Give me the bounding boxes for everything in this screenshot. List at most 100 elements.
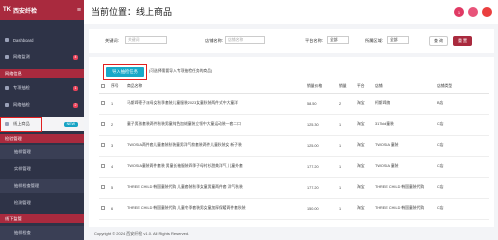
table-cell: 4	[109, 156, 125, 178]
sidebar-item-label: 网络抽检	[13, 102, 30, 107]
column-header: 序号	[109, 81, 125, 94]
region-label: 所属区域:	[365, 38, 383, 43]
table-cell: THREE CHILD 韩国童装代购	[373, 177, 435, 199]
sidebar: TK 西安纤检 ≡ Dashboard 网络监测 4 网络信息 专项抽检 1 网…	[0, 0, 84, 240]
main-area: 当前位置：线上商品 1 关键词: 关键词 店铺名称: 店铺名称 平台名称: 全部…	[84, 0, 498, 240]
count-badge: 2	[73, 102, 78, 108]
column-header: 销量	[337, 81, 355, 94]
column-header: 销量价格	[305, 81, 337, 94]
table-cell: C店	[435, 114, 489, 136]
table-cell: 1	[337, 156, 355, 178]
table-cell: TWOSIA 童装	[373, 135, 435, 157]
sidebar-item-network-monitor[interactable]: 网络监测 4	[0, 50, 84, 64]
header: 当前位置：线上商品 1	[84, 0, 498, 24]
filter-bar: 关键词: 关键词 店铺名称: 店铺名称 平台名称: 全部 所属区域: 全部 查 …	[89, 29, 494, 53]
section-header: 线下监管	[0, 214, 84, 223]
table-cell: 5	[109, 177, 125, 199]
sidebar-item-label: Dashboard	[13, 37, 34, 43]
table-cell: 淘宝	[355, 93, 373, 115]
table-cell: 淘宝	[355, 156, 373, 178]
sidebar-item-special-check[interactable]: 专项抽检 1	[0, 81, 84, 95]
table-header-row: 序号 商品名称 销量价格 销量 平台 店铺 店铺类型	[99, 81, 489, 94]
table-cell[interactable]: 童子男孩套装两件秋装男童纯色加绒童装立领中大童运动装一套二口	[125, 114, 305, 136]
column-header: 平台	[355, 81, 373, 94]
sidebar-item-label: 网络监测	[13, 54, 30, 59]
table-row[interactable]: 5 THREE CHILD 韩国童装代购 儿童套装秋季女童男童两件套 洋气秋装 17…	[99, 177, 489, 199]
monitor-icon	[5, 55, 9, 59]
table-cell: 1	[337, 114, 355, 136]
sidebar-subitem[interactable]: 抽样管理	[0, 145, 84, 159]
region-select[interactable]: 全部	[387, 36, 409, 44]
table-cell: 125.30	[305, 114, 337, 136]
row-checkbox[interactable]	[99, 114, 109, 136]
table-cell: 淘宝	[355, 198, 373, 220]
table-row[interactable]: 1 马斯缔枣子派母女秋季套装儿童服装2023女童秋装两件式中大童洋 58.50 2 淘宝…	[99, 93, 489, 115]
table-cell: B店	[435, 93, 489, 115]
brand-name: 西安纤检	[13, 8, 38, 15]
table-cell[interactable]: THREE CHILD 韩国童装代购 儿童套装秋季女童男童两件套 洋气秋装	[125, 177, 305, 199]
select-all-checkbox[interactable]	[99, 81, 109, 94]
table-cell: C店	[435, 135, 489, 157]
table-cell: C店	[435, 198, 489, 220]
column-header: 店铺类型	[435, 81, 489, 94]
product-table: 序号 商品名称 销量价格 销量 平台 店铺 店铺类型 1 马斯缔枣子派母女秋季套装…	[99, 81, 489, 220]
table-cell: 2	[337, 93, 355, 115]
table-cell[interactable]: THREE CHILD 韩国童装代购 儿童冬季套装男女童加厚保暖两件套秋装	[125, 198, 305, 220]
avatar[interactable]: 1	[454, 7, 464, 17]
row-checkbox[interactable]	[99, 177, 109, 199]
table-cell[interactable]: TWOSIA童装两件套装 男童长袖服装四季子母衬衫甜美洋气 儿童外套	[125, 156, 305, 178]
table-row[interactable]: 3 TWOSIA两件套儿童套装秋装童男洋气款套装两件儿童秋装女 新子装 125.00…	[99, 135, 489, 157]
table-cell[interactable]: 马斯缔枣子派母女秋季套装儿童服装2023女童秋装两件式中大童洋	[125, 93, 305, 115]
sidebar-subitem[interactable]: 抽样检查管理	[0, 179, 84, 193]
sidebar-subitem[interactable]: 检测管理	[0, 196, 84, 210]
section-header: 网络信息	[0, 69, 84, 78]
count-badge: 1	[73, 85, 78, 91]
row-checkbox[interactable]	[99, 156, 109, 178]
page-title: 当前位置：线上商品	[91, 7, 173, 17]
table-cell: 淘宝	[355, 114, 373, 136]
hamburger-icon[interactable]: ≡	[77, 7, 81, 14]
section-header: 检验管理	[0, 134, 84, 143]
row-checkbox[interactable]	[99, 198, 109, 220]
avatar[interactable]	[468, 7, 478, 17]
keyword-input[interactable]: 关键词	[125, 36, 167, 44]
highlight-frame	[103, 64, 147, 80]
sidebar-subitem[interactable]: 抽样检查	[0, 226, 84, 240]
platform-label: 平台名称:	[305, 38, 323, 43]
table-cell: 177.20	[305, 156, 337, 178]
sidebar-subitem[interactable]: 实样管理	[0, 162, 84, 176]
avatar[interactable]	[482, 7, 492, 17]
table-cell: 1	[337, 198, 355, 220]
table-cell: 125.00	[305, 135, 337, 157]
table-cell: 淘宝	[355, 135, 373, 157]
platform-select[interactable]: 全部	[327, 36, 349, 44]
table-cell: 58.50	[305, 93, 337, 115]
shop-input[interactable]: 店铺名称	[225, 36, 265, 44]
table-row[interactable]: 6 THREE CHILD 韩国童装代购 儿童冬季套装男女童加厚保暖两件套秋装 15…	[99, 198, 489, 220]
table-cell: 淘宝	[355, 177, 373, 199]
sidebar-item-dashboard[interactable]: Dashboard	[0, 33, 84, 47]
footer-copyright: Copyright © 2024 西安纤检 v1.0. All Rights R…	[94, 231, 190, 236]
dashboard-icon	[5, 38, 9, 42]
table-cell: 1	[109, 93, 125, 115]
column-header: 商品名称	[125, 81, 305, 94]
table-cell: C店	[435, 177, 489, 199]
row-checkbox[interactable]	[99, 135, 109, 157]
new-badge: NEW	[63, 121, 78, 127]
table-cell: 2	[109, 114, 125, 136]
row-checkbox[interactable]	[99, 93, 109, 115]
table-cell[interactable]: TWOSIA两件套儿童套装秋装童男洋气款套装两件儿童秋装女 新子装	[125, 135, 305, 157]
table-cell: 177.20	[305, 177, 337, 199]
table-cell: THREE CHILD 韩国童装代购	[373, 198, 435, 220]
query-button[interactable]: 查 询	[429, 36, 448, 46]
table-cell: 柯斯缔旗	[373, 93, 435, 115]
table-row[interactable]: 4 TWOSIA童装两件套装 男童长袖服装四季子母衬衫甜美洋气 儿童外套 177.2…	[99, 156, 489, 178]
column-header: 店铺	[373, 81, 435, 94]
reset-button[interactable]: 重 置	[453, 36, 472, 46]
shop-label: 店铺名称:	[205, 38, 223, 43]
table-cell: 1	[337, 135, 355, 157]
highlight-frame	[0, 117, 42, 132]
table-row[interactable]: 2 童子男孩套装两件秋装男童纯色加绒童装立领中大童运动装一套二口 125.30 1 淘宝…	[99, 114, 489, 136]
sidebar-item-network-check[interactable]: 网络抽检 2	[0, 98, 84, 112]
table-cell: C店	[435, 156, 489, 178]
